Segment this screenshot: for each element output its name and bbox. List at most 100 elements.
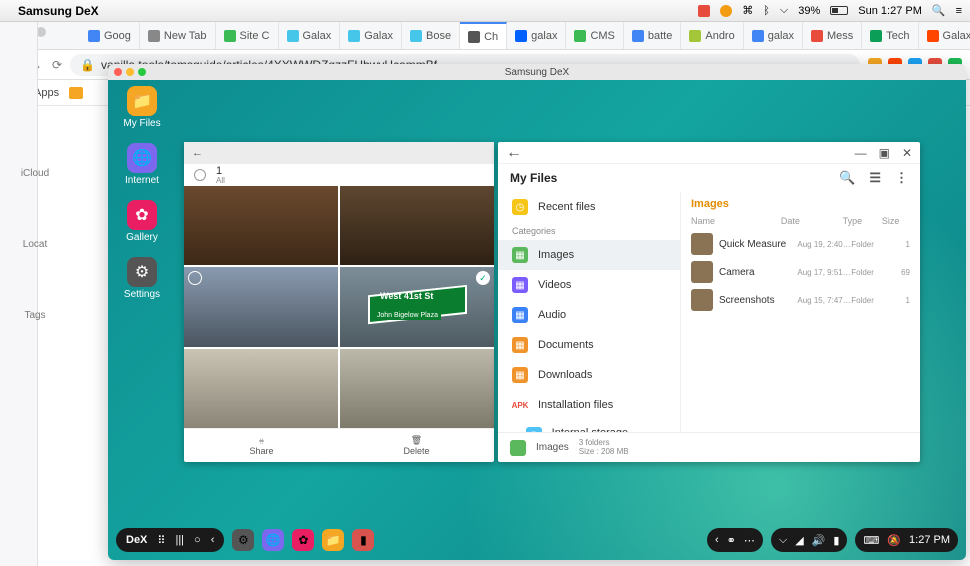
back-icon[interactable]: ‹ (211, 534, 215, 546)
close-icon[interactable]: ✕ (902, 146, 912, 160)
reload-button[interactable]: ⟳ (52, 58, 62, 72)
status-icon-2[interactable] (720, 5, 732, 17)
favicon (689, 30, 701, 42)
recents-icon[interactable]: ||| (175, 534, 184, 546)
desktop-icons: 📁My Files 🌐 Internet ✿Gallery ⚙Settings (118, 86, 166, 300)
nav-downloads[interactable]: ▦Downloads (498, 360, 680, 390)
home-icon[interactable]: ○ (194, 534, 201, 546)
app-icon: 🌐 (127, 143, 157, 173)
more-icon[interactable]: ⋮ (895, 170, 908, 186)
notification-icon[interactable]: ≡ (956, 5, 962, 17)
dex-desktop[interactable]: 📁My Files🌐Internet✿Gallery⚙Settings ← 1 … (108, 80, 966, 560)
nav-audio[interactable]: ▦Audio (498, 300, 680, 330)
clock[interactable]: Sun 1:27 PM (858, 5, 922, 17)
browser-tab[interactable]: CMS (566, 22, 623, 49)
maximize-icon[interactable]: ▣ (879, 146, 890, 160)
back-icon[interactable]: ← (506, 144, 522, 162)
dex-title: Samsung DeX (505, 67, 569, 78)
dex-label[interactable]: DeX (126, 534, 147, 546)
bookmark-folder-icon[interactable] (69, 87, 83, 99)
link-icon[interactable]: ⚭ (727, 534, 736, 547)
spotlight-icon[interactable]: 🔍 (932, 4, 946, 17)
list-title: Images (681, 192, 920, 212)
photo-thumb[interactable]: ✓ West 41st St John Bigelow Plaza (340, 267, 494, 346)
taskbar-left-pill[interactable]: DeX ⠿ ||| ○ ‹ (116, 528, 224, 552)
nav-label: Documents (538, 339, 594, 351)
close-icon[interactable] (114, 68, 122, 76)
desktop-icon[interactable]: ✿Gallery (118, 200, 166, 243)
chevron-left-icon[interactable]: ‹ (715, 534, 719, 546)
dex-titlebar[interactable]: Samsung DeX (108, 64, 966, 80)
category-icon: ▦ (512, 307, 528, 323)
menubar-app-name[interactable]: Samsung DeX (18, 4, 99, 18)
browser-tab[interactable]: Mess (803, 22, 862, 49)
status-icon-1[interactable] (698, 5, 710, 17)
bluetooth-icon[interactable]: ᛒ (763, 5, 770, 17)
nav-recent[interactable]: ◷ Recent files (498, 192, 680, 222)
icon-label: Internet (125, 175, 159, 186)
desktop-icon[interactable]: 📁My Files (118, 86, 166, 129)
folder-row[interactable]: ScreenshotsAug 15, 7:47…Folder1 (681, 286, 920, 314)
browser-tab[interactable]: New Tab (140, 22, 216, 49)
browser-tab[interactable]: galax (744, 22, 803, 49)
row-size: 1 (886, 296, 910, 305)
more-icon[interactable]: ⋯ (744, 534, 755, 547)
folder-row[interactable]: CameraAug 17, 9:51…Folder69 (681, 258, 920, 286)
browser-tab[interactable]: Galax (919, 22, 970, 49)
delete-button[interactable]: 🗑Delete (339, 429, 494, 462)
gallery-titlebar[interactable]: ← (184, 142, 494, 164)
taskbar-gallery-icon[interactable]: ✿ (292, 529, 314, 551)
browser-tab[interactable]: Tech (862, 22, 918, 49)
browser-tab[interactable]: Bose (402, 22, 460, 49)
menu-icon[interactable]: ⌘ (742, 4, 753, 17)
row-name: Quick Measure (719, 239, 797, 250)
tab-label: galax (531, 30, 557, 42)
photo-thumb[interactable] (184, 267, 338, 346)
taskbar-status-pill[interactable]: ⌵ ◢ 🔊 ▮ (771, 528, 848, 552)
photo-thumb[interactable] (184, 349, 338, 428)
browser-tab[interactable]: Galax (340, 22, 402, 49)
browser-tab[interactable]: batte (624, 22, 681, 49)
back-icon[interactable]: ← (192, 147, 203, 159)
maximize-icon[interactable] (138, 68, 146, 76)
nav-internal-storage[interactable]: › ▯ Internal storage 43.04 GB / 256 GB (498, 420, 680, 432)
photo-thumb[interactable] (340, 349, 494, 428)
taskbar-app-icon[interactable]: ▮ (352, 529, 374, 551)
share-button[interactable]: ⩷Share (184, 429, 339, 462)
taskbar-nav-pill[interactable]: ‹ ⚭ ⋯ (707, 528, 763, 552)
view-list-icon[interactable]: ☰ (869, 170, 881, 186)
nav-images[interactable]: ▦Images (498, 240, 680, 270)
taskbar-clock-pill[interactable]: ⌨ 🔕 1:27 PM (855, 528, 958, 552)
wifi-icon[interactable]: ⌵ (780, 4, 788, 17)
favicon (752, 30, 764, 42)
photo-thumb[interactable] (340, 186, 494, 265)
select-all-checkbox[interactable] (194, 169, 206, 181)
desktop-icon[interactable]: 🌐 Internet (118, 143, 166, 186)
browser-tab[interactable]: Galax (279, 22, 341, 49)
photo-thumb[interactable] (184, 186, 338, 265)
browser-tab[interactable]: Site C (216, 22, 279, 49)
folder-row[interactable]: Quick MeasureAug 19, 2:40…Folder1 (681, 230, 920, 258)
desktop-icon[interactable]: ⚙Settings (118, 257, 166, 300)
taskbar-myfiles-icon[interactable]: 📁 (322, 529, 344, 551)
taskbar-internet-icon[interactable]: 🌐 (262, 529, 284, 551)
search-icon[interactable]: 🔍 (839, 170, 855, 186)
browser-tab[interactable]: Goog (80, 22, 140, 49)
minimize-icon[interactable] (126, 68, 134, 76)
browser-tab[interactable]: Ch (460, 22, 507, 49)
battery-text[interactable]: 39% (798, 5, 820, 17)
browser-tab[interactable]: galax (507, 22, 566, 49)
apps-icon[interactable]: ⠿ (157, 534, 165, 547)
category-icon: APK (512, 397, 528, 413)
battery-icon[interactable] (830, 6, 848, 15)
taskbar-settings-icon[interactable]: ⚙ (232, 529, 254, 551)
nav-installation-files[interactable]: APKInstallation files (498, 390, 680, 420)
nav-videos[interactable]: ▦Videos (498, 270, 680, 300)
favicon (515, 30, 527, 42)
column-headers[interactable]: NameDateTypeSize (681, 212, 920, 230)
nav-documents[interactable]: ▦Documents (498, 330, 680, 360)
myfiles-titlebar[interactable]: ← — ▣ ✕ (498, 142, 920, 164)
browser-tab[interactable]: Andro (681, 22, 743, 49)
minimize-icon[interactable]: — (855, 146, 867, 160)
tab-label: Galax (303, 30, 332, 42)
